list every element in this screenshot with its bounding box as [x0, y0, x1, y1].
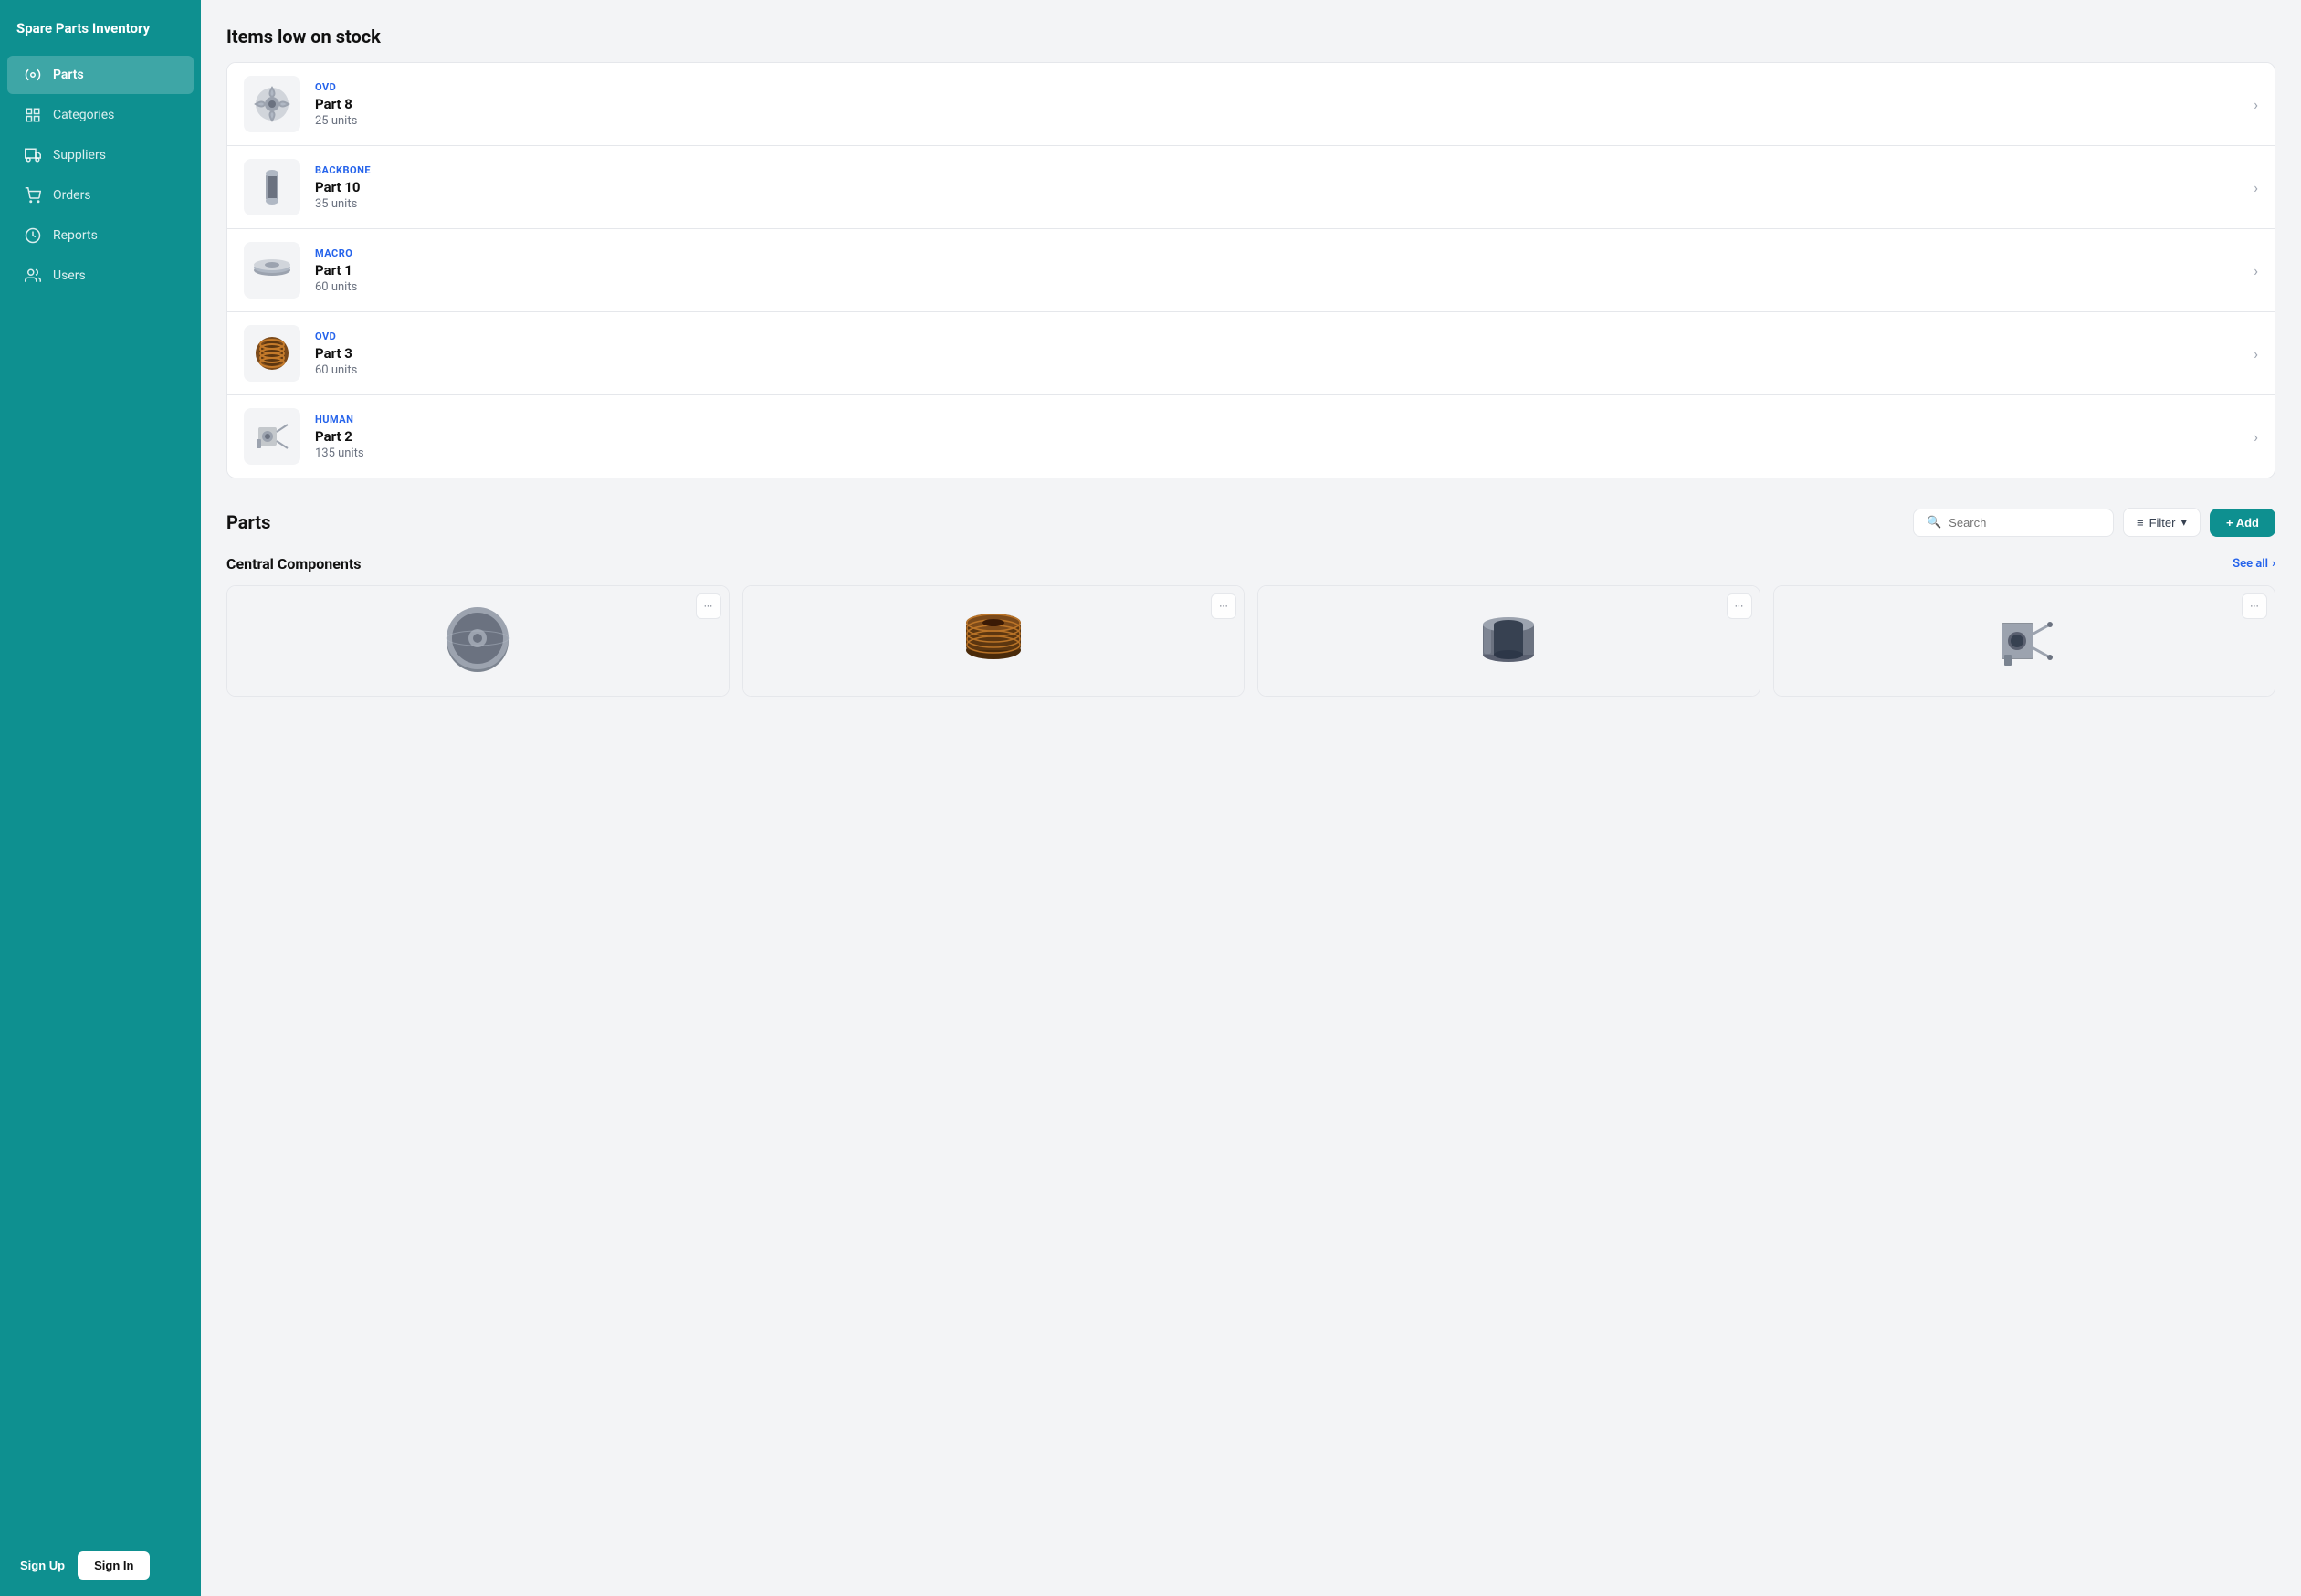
stock-info: OVD Part 8 25 units: [315, 81, 2254, 128]
stock-item[interactable]: MACRO Part 1 60 units ›: [227, 229, 2275, 312]
stock-vendor: OVD: [315, 81, 2254, 93]
signin-button[interactable]: Sign In: [78, 1551, 150, 1580]
stock-info: OVD Part 3 60 units: [315, 331, 2254, 377]
card-menu-button[interactable]: ···: [696, 593, 721, 619]
stock-units: 60 units: [315, 280, 2254, 294]
stock-info: MACRO Part 1 60 units: [315, 247, 2254, 294]
stock-item[interactable]: BACKBONE Part 10 35 units ›: [227, 146, 2275, 229]
orders-icon: [24, 186, 42, 205]
parts-actions: 🔍 ≡ Filter ▾ + Add: [1913, 508, 2275, 537]
stock-name: Part 10: [315, 179, 2254, 195]
stock-item[interactable]: HUMAN Part 2 135 units ›: [227, 395, 2275, 478]
card-grid: ···: [226, 585, 2275, 697]
sidebar: Spare Parts Inventory Parts Categories S…: [0, 0, 201, 1596]
see-all-link[interactable]: See all ›: [2233, 557, 2275, 571]
part-thumbnail: [244, 408, 300, 465]
reports-label: Reports: [53, 228, 98, 243]
stock-item[interactable]: OVD Part 8 25 units ›: [227, 63, 2275, 146]
stock-units: 135 units: [315, 446, 2254, 460]
filter-button[interactable]: ≡ Filter ▾: [2123, 508, 2201, 537]
subsection-header: Central Components See all ›: [226, 555, 2275, 572]
part8-image: [249, 81, 295, 127]
categories-label: Categories: [53, 108, 114, 122]
part-thumbnail: [244, 242, 300, 299]
chevron-right-icon: ›: [2254, 96, 2258, 113]
low-stock-title: Items low on stock: [226, 26, 2275, 47]
disc-part-image: [441, 604, 514, 677]
chevron-right-icon: ›: [2254, 345, 2258, 362]
nav-categories[interactable]: Categories: [7, 96, 194, 134]
parts-title: Parts: [226, 511, 270, 533]
stock-units: 60 units: [315, 363, 2254, 377]
stock-vendor: HUMAN: [315, 414, 2254, 425]
low-stock-list: OVD Part 8 25 units › BACKBONE Part 10 3…: [226, 62, 2275, 478]
card-menu-button[interactable]: ···: [1727, 593, 1752, 619]
card-image: ···: [743, 586, 1245, 696]
chevron-right-icon: ›: [2254, 428, 2258, 446]
users-icon: [24, 267, 42, 285]
coil-part-image: [957, 604, 1030, 677]
stock-item[interactable]: OVD Part 3 60 units ›: [227, 312, 2275, 395]
chevron-right-icon: ›: [2254, 262, 2258, 279]
search-box: 🔍: [1913, 509, 2114, 537]
stock-vendor: BACKBONE: [315, 164, 2254, 176]
nav-users[interactable]: Users: [7, 257, 194, 295]
card-menu-button[interactable]: ···: [1211, 593, 1236, 619]
stock-vendor: OVD: [315, 331, 2254, 342]
nav-orders[interactable]: Orders: [7, 176, 194, 215]
part-card[interactable]: ···: [226, 585, 730, 697]
subsection-title: Central Components: [226, 555, 361, 572]
search-input[interactable]: [1949, 516, 2100, 530]
stock-info: HUMAN Part 2 135 units: [315, 414, 2254, 460]
filter-label: Filter: [2149, 516, 2176, 530]
stock-name: Part 2: [315, 428, 2254, 445]
stock-name: Part 8: [315, 96, 2254, 112]
part2-image: [249, 414, 295, 459]
search-icon: 🔍: [1927, 516, 1941, 530]
filter-icon: ≡: [2137, 516, 2144, 530]
users-label: Users: [53, 268, 86, 283]
part-card[interactable]: ···: [1257, 585, 1760, 697]
filter-chevron-icon: ▾: [2180, 515, 2187, 530]
parts-label: Parts: [53, 68, 84, 82]
part1-image: [249, 247, 295, 293]
part10-image: [249, 164, 295, 210]
see-all-chevron-icon: ›: [2272, 557, 2275, 571]
parts-icon: [24, 66, 42, 84]
signup-button[interactable]: Sign Up: [16, 1551, 68, 1580]
stock-vendor: MACRO: [315, 247, 2254, 259]
part-thumbnail: [244, 76, 300, 132]
chevron-right-icon: ›: [2254, 179, 2258, 196]
add-button[interactable]: + Add: [2210, 509, 2275, 537]
suppliers-icon: [24, 146, 42, 164]
reports-icon: [24, 226, 42, 245]
stock-units: 25 units: [315, 114, 2254, 128]
parts-header: Parts 🔍 ≡ Filter ▾ + Add: [226, 508, 2275, 537]
part-thumbnail: [244, 159, 300, 215]
ring-part-image: [1472, 604, 1545, 677]
app-title: Spare Parts Inventory: [0, 0, 201, 55]
bracket-part-image: [1988, 604, 2061, 677]
part-card[interactable]: ···: [742, 585, 1245, 697]
stock-info: BACKBONE Part 10 35 units: [315, 164, 2254, 211]
card-image: ···: [227, 586, 729, 696]
card-image: ···: [1258, 586, 1760, 696]
categories-icon: [24, 106, 42, 124]
nav-reports[interactable]: Reports: [7, 216, 194, 255]
sidebar-bottom: Sign Up Sign In: [0, 1535, 201, 1596]
stock-units: 35 units: [315, 197, 2254, 211]
part-card[interactable]: ···: [1773, 585, 2276, 697]
stock-name: Part 3: [315, 345, 2254, 362]
main-content: Items low on stock: [201, 0, 2301, 1596]
part-thumbnail: [244, 325, 300, 382]
suppliers-label: Suppliers: [53, 148, 106, 163]
part3-image: [249, 331, 295, 376]
orders-label: Orders: [53, 188, 91, 203]
stock-name: Part 1: [315, 262, 2254, 278]
nav-suppliers[interactable]: Suppliers: [7, 136, 194, 174]
card-image: ···: [1774, 586, 2275, 696]
nav-parts[interactable]: Parts: [7, 56, 194, 94]
card-menu-button[interactable]: ···: [2242, 593, 2267, 619]
